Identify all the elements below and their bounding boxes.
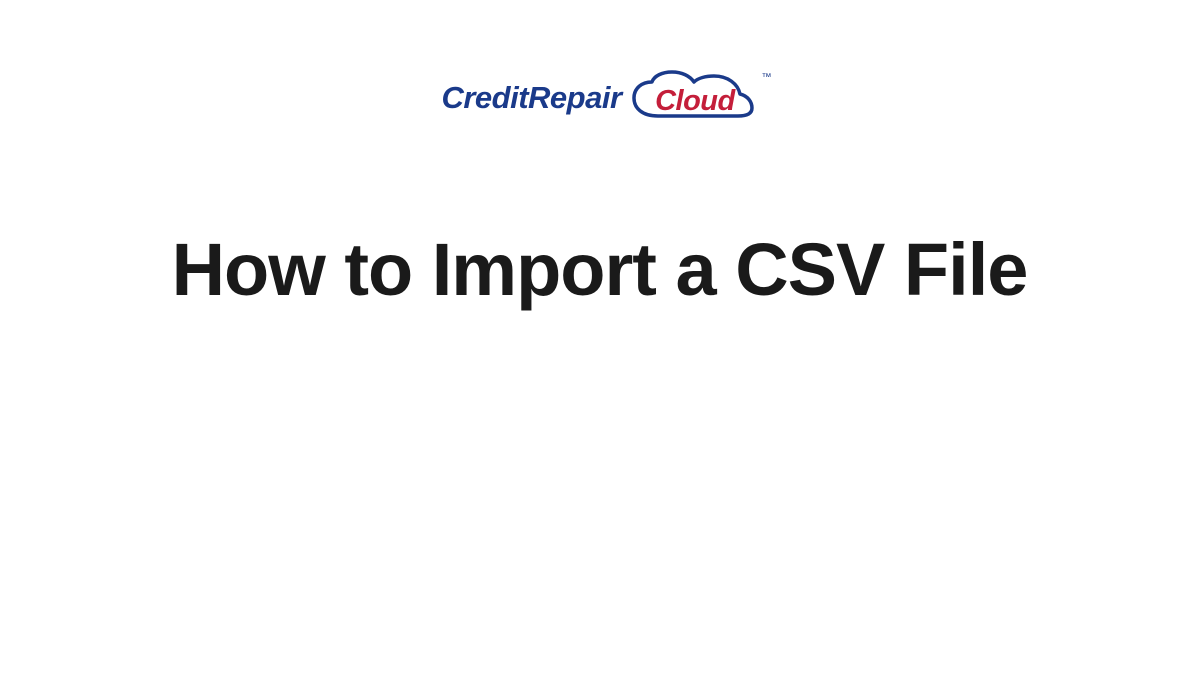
trademark-symbol: ™ [762, 72, 772, 83]
logo-cloud-wrapper: Cloud ™ [628, 68, 758, 128]
brand-logo: CreditRepair Cloud ™ [441, 68, 757, 128]
logo-text-cloud: Cloud [655, 85, 735, 118]
page-title: How to Import a CSV File [60, 225, 1139, 315]
logo-text-credit-repair: CreditRepair [441, 80, 621, 116]
